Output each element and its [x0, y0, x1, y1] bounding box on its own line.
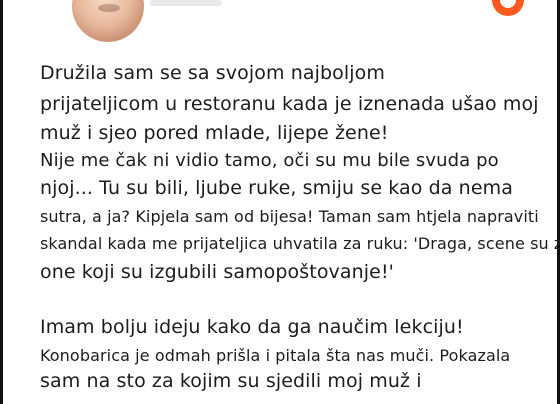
post-line: skandal kada me prijateljica uhvatila za…: [40, 234, 560, 253]
post-line: sam na sto za kojim su sjedili moj muž i: [40, 370, 422, 392]
post-line: Nije me čak ni vidio tamo, oči su mu bil…: [40, 150, 499, 171]
post-line: njoj... Tu su bili, ljube ruke, smiju se…: [40, 177, 513, 199]
post-line: Družila sam se sa svojom najboljom: [40, 62, 385, 84]
post-line: Imam bolju ideju kako da ga naučim lekci…: [40, 316, 464, 338]
post-line: muž i sjeo pored mlade, lijepe žene!: [40, 122, 389, 144]
post-line: prijateljicom u restoranu kada je iznena…: [40, 93, 539, 115]
post-line: one koji su izgubili samopoštovanje!': [40, 261, 394, 283]
post-line: sutra, a ja? Kipjela sam od bijesa! Tama…: [40, 207, 539, 226]
post-body: Družila sam se sa svojom najboljom prija…: [0, 0, 560, 404]
post-card: Družila sam se sa svojom najboljom prija…: [0, 0, 560, 404]
post-line: Konobarica je odmah prišla i pitala šta …: [40, 346, 511, 365]
